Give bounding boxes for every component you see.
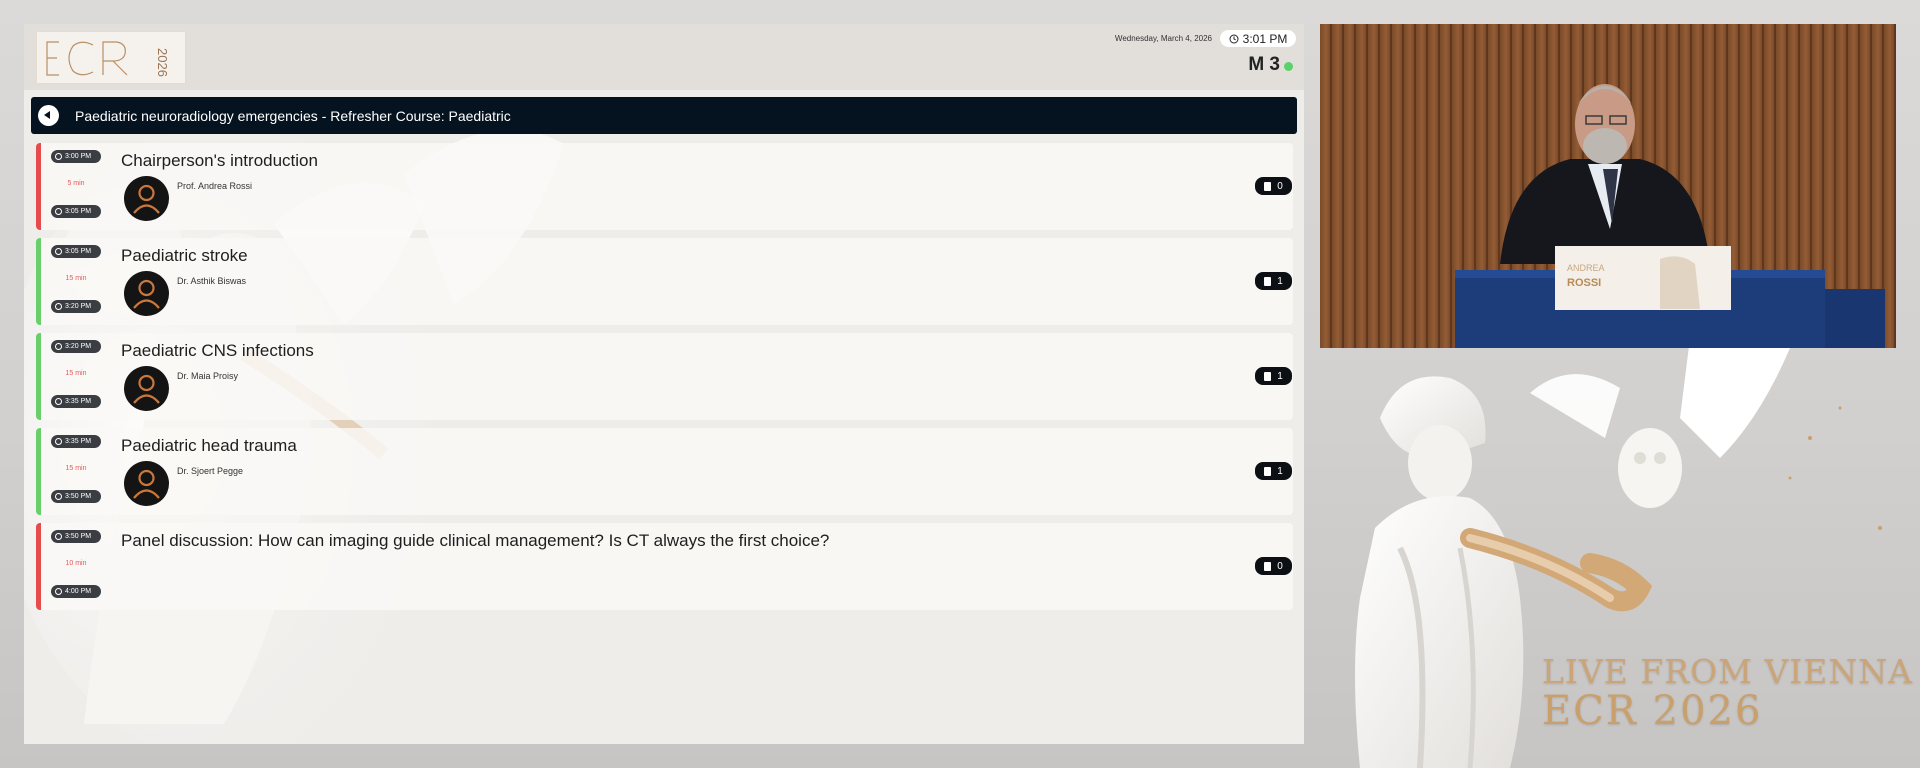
top-bar: 2026 Wednesday, March 4, 2026 3:01 PM M … — [24, 24, 1304, 90]
end-time: 3:35 PM — [65, 398, 92, 405]
end-time-badge: 4:00 PM — [51, 585, 101, 598]
clock-icon — [55, 248, 62, 255]
document-icon — [1264, 466, 1272, 476]
live-status-dot — [1284, 62, 1293, 71]
speaker-avatar[interactable] — [124, 366, 169, 411]
item-title: Panel discussion: How can imaging guide … — [121, 531, 830, 550]
clock-icon — [55, 303, 62, 310]
session-header: Paediatric neuroradiology emergencies - … — [31, 97, 1297, 134]
clock-icon — [55, 343, 62, 350]
item-title: Paediatric CNS infections — [121, 341, 314, 360]
speaker-name[interactable]: Dr. Maia Proisy — [177, 371, 238, 381]
start-time-badge: 3:50 PM — [51, 530, 101, 543]
end-time-badge: 3:20 PM — [51, 300, 101, 313]
documents-badge[interactable]: 0 — [1255, 557, 1292, 575]
agenda-item[interactable]: 3:05 PM 15 min 3:20 PM Paediatric stroke… — [36, 238, 1293, 325]
event-name-text: ECR 2026 — [1542, 688, 1763, 734]
logo-graphic: 2026 — [46, 41, 170, 77]
speaker-avatar[interactable] — [124, 176, 169, 221]
documents-badge[interactable]: 1 — [1255, 462, 1292, 480]
start-time-badge: 3:00 PM — [51, 150, 101, 163]
clock-icon — [1229, 34, 1239, 43]
agenda-item[interactable]: 3:00 PM 5 min 3:05 PM Chairperson's intr… — [36, 143, 1293, 230]
documents-badge[interactable]: 0 — [1255, 177, 1292, 195]
person-icon — [133, 374, 160, 404]
duration-label: 15 min — [65, 465, 87, 472]
agenda-item[interactable]: 3:50 PM 10 min 4:00 PM Panel discussion:… — [36, 523, 1293, 610]
duration-label: 15 min — [65, 275, 87, 282]
document-icon — [1264, 561, 1272, 571]
current-date: Wednesday, March 4, 2026 — [1114, 34, 1212, 43]
start-time-badge: 3:20 PM — [51, 340, 101, 353]
clock-icon — [55, 398, 62, 405]
back-button[interactable] — [38, 105, 59, 126]
clock-icon — [55, 438, 62, 445]
speaker-name[interactable]: Prof. Andrea Rossi — [177, 181, 252, 191]
document-icon — [1264, 181, 1272, 191]
item-title: Paediatric stroke — [121, 246, 248, 265]
person-icon — [133, 279, 160, 309]
documents-count: 0 — [1277, 180, 1283, 192]
person-icon — [133, 184, 160, 214]
speaker-name[interactable]: Dr. Asthik Biswas — [177, 276, 246, 286]
documents-badge[interactable]: 1 — [1255, 272, 1292, 290]
current-time: 3:01 PM — [1242, 31, 1288, 46]
clock-icon — [55, 588, 62, 595]
room-label: M 3 — [1248, 54, 1280, 75]
video-frame: ANDREA ROSSI — [1320, 24, 1896, 348]
end-time-badge: 3:50 PM — [51, 490, 101, 503]
documents-badge[interactable]: 1 — [1255, 367, 1292, 385]
lectern-first-name: ANDREA — [1567, 263, 1605, 273]
item-title: Chairperson's introduction — [121, 151, 318, 170]
clock-icon — [55, 153, 62, 160]
speaker-name[interactable]: Dr. Sjoert Pegge — [177, 466, 243, 476]
end-time: 3:20 PM — [65, 303, 92, 310]
end-time: 3:50 PM — [65, 493, 92, 500]
end-time-badge: 3:35 PM — [51, 395, 101, 408]
speaker-avatar[interactable] — [124, 271, 169, 316]
start-time: 3:20 PM — [65, 343, 92, 350]
duration-label: 5 min — [67, 180, 85, 187]
documents-count: 1 — [1277, 465, 1283, 477]
start-time: 3:05 PM — [65, 248, 92, 255]
duration-label: 10 min — [65, 560, 87, 567]
agenda-item[interactable]: 3:35 PM 15 min 3:50 PM Paediatric head t… — [36, 428, 1293, 515]
document-icon — [1264, 371, 1272, 381]
documents-count: 1 — [1277, 275, 1283, 287]
live-from-vienna-text: LIVE FROM VIENNA — [1542, 652, 1913, 691]
item-title: Paediatric head trauma — [121, 436, 297, 455]
start-time: 3:00 PM — [65, 153, 92, 160]
session-title: Paediatric neuroradiology emergencies - … — [75, 108, 511, 124]
svg-text:2026: 2026 — [155, 48, 170, 77]
duration-label: 15 min — [65, 370, 87, 377]
end-time: 3:05 PM — [65, 208, 92, 215]
lectern-last-name: ROSSI — [1567, 277, 1601, 289]
document-icon — [1264, 276, 1272, 286]
start-time: 3:50 PM — [65, 533, 92, 540]
end-time: 4:00 PM — [65, 588, 92, 595]
ecr-logo: 2026 — [36, 31, 186, 84]
clock-icon — [55, 493, 62, 500]
start-time: 3:35 PM — [65, 438, 92, 445]
agenda-panel: 2026 Wednesday, March 4, 2026 3:01 PM M … — [24, 24, 1304, 744]
start-time-badge: 3:05 PM — [51, 245, 101, 258]
start-time-badge: 3:35 PM — [51, 435, 101, 448]
documents-count: 0 — [1277, 560, 1283, 572]
speaker-video-feed[interactable]: ANDREA ROSSI — [1320, 24, 1896, 348]
person-icon — [133, 469, 160, 499]
clock-badge: 3:01 PM — [1220, 30, 1296, 47]
clock-icon — [55, 208, 62, 215]
speaker-avatar[interactable] — [124, 461, 169, 506]
end-time-badge: 3:05 PM — [51, 205, 101, 218]
agenda-item[interactable]: 3:20 PM 15 min 3:35 PM Paediatric CNS in… — [36, 333, 1293, 420]
documents-count: 1 — [1277, 370, 1283, 382]
clock-icon — [55, 533, 62, 540]
